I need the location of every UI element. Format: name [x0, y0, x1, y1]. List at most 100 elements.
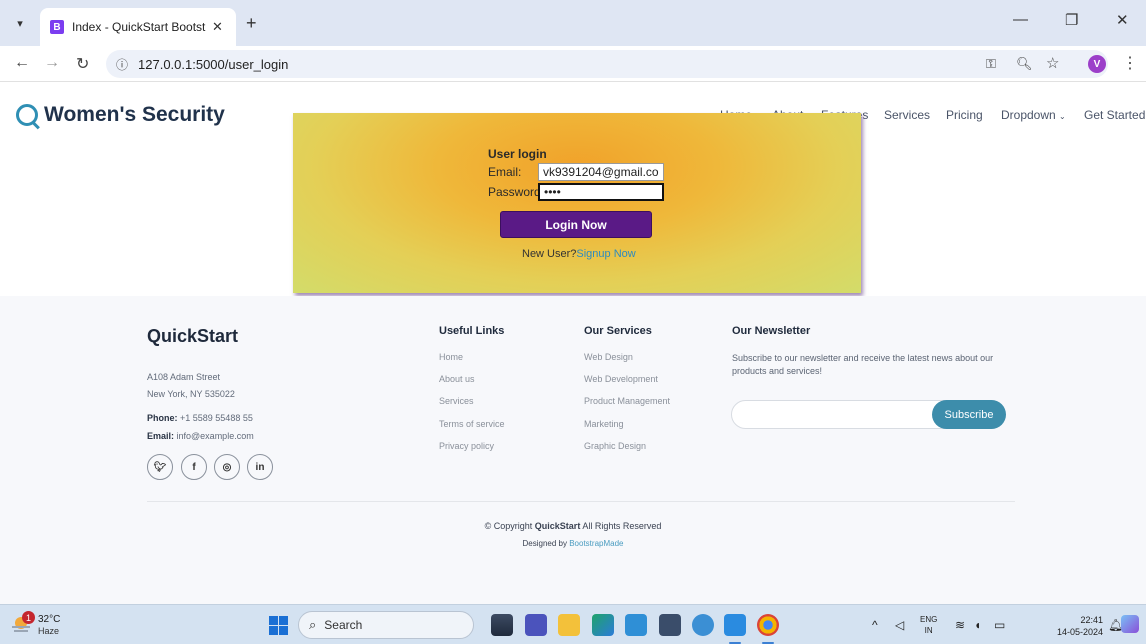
footer-divider: [147, 501, 1015, 502]
footer-link-terms[interactable]: Terms of service: [439, 419, 505, 429]
useful-links-title: Useful Links: [439, 325, 505, 337]
logo-text: Women's Security: [44, 103, 225, 126]
tab-search-icon[interactable]: ▾: [10, 13, 30, 33]
nav-dropdown[interactable]: Dropdown ⌄: [1001, 108, 1066, 122]
tab-close-icon[interactable]: ✕: [212, 19, 223, 35]
new-user-label: New User?: [522, 248, 577, 260]
footer-link-home[interactable]: Home: [439, 352, 463, 362]
nav-dropdown-label: Dropdown: [1001, 108, 1056, 122]
instagram-icon[interactable]: ◎: [214, 454, 240, 480]
reload-icon[interactable]: ↻: [76, 54, 89, 74]
bookmark-star-icon[interactable]: ☆: [1046, 54, 1059, 72]
chrome-icon[interactable]: [757, 614, 779, 636]
address-line-1: A108 Adam Street: [147, 372, 221, 382]
address-line-2: New York, NY 535022: [147, 389, 235, 399]
weather-badge: 1: [22, 611, 35, 624]
copyright: © Copyright QuickStart All Rights Reserv…: [0, 521, 1146, 531]
copyright-prefix: © Copyright: [484, 521, 533, 531]
close-window-icon[interactable]: ✕: [1116, 11, 1129, 29]
newsletter-text: Subscribe to our newsletter and receive …: [732, 353, 994, 376]
footer-email: Email: info@example.com: [147, 431, 254, 441]
service-web-development[interactable]: Web Development: [584, 374, 658, 384]
weather-desc: Haze: [38, 626, 60, 636]
footer: QuickStart A108 Adam Street New York, NY…: [0, 296, 1146, 604]
service-graphic-design[interactable]: Graphic Design: [584, 441, 646, 451]
minimize-icon[interactable]: —: [1013, 11, 1028, 28]
url-text: 127.0.0.1:5000/user_login: [138, 56, 289, 72]
site-logo[interactable]: Women's Security: [16, 103, 225, 127]
nav-services[interactable]: Services: [884, 108, 930, 122]
file-explorer-icon[interactable]: [558, 614, 580, 636]
new-tab-icon[interactable]: +: [246, 13, 257, 34]
battery-icon[interactable]: ▭: [994, 618, 1005, 632]
nav-pricing[interactable]: Pricing: [946, 108, 983, 122]
service-web-design[interactable]: Web Design: [584, 352, 633, 362]
weather-temp: 32°C: [38, 614, 61, 625]
browser-tab[interactable]: B Index - QuickStart Bootstrap Te ✕: [40, 8, 236, 46]
wifi-icon[interactable]: ≋: [955, 618, 965, 632]
browser-tab-bar: ▾ B Index - QuickStart Bootstrap Te ✕ + …: [0, 0, 1146, 46]
taskbar-search[interactable]: ⌕ Search: [298, 611, 474, 639]
clock[interactable]: 22:41 14-05-2024: [1053, 614, 1103, 638]
edge-icon[interactable]: [592, 614, 614, 636]
password-key-icon[interactable]: ⚿: [986, 56, 996, 72]
browser-menu-icon[interactable]: ⋮: [1122, 53, 1138, 73]
web-page: Women's Security Home About Features Ser…: [0, 82, 1146, 604]
mail-app-icon[interactable]: [625, 614, 647, 636]
restore-icon[interactable]: ❐: [1065, 11, 1078, 29]
login-button[interactable]: Login Now: [500, 211, 652, 238]
new-user-text: New User?Signup Now: [522, 248, 636, 260]
clock-date: 14-05-2024: [1056, 627, 1103, 637]
footer-brand: QuickStart: [147, 326, 239, 346]
site-info-icon[interactable]: ⓘ: [116, 56, 128, 73]
vscode-icon[interactable]: [724, 614, 746, 636]
tray-overflow-icon[interactable]: ^: [872, 618, 878, 632]
newsletter-title: Our Newsletter: [732, 325, 811, 337]
password-field[interactable]: [538, 183, 664, 201]
chevron-down-icon: ⌄: [1059, 112, 1066, 121]
linkedin-icon[interactable]: in: [247, 454, 273, 480]
profile-avatar[interactable]: V: [1088, 55, 1106, 73]
subscribe-button[interactable]: Subscribe: [932, 400, 1006, 429]
forward-icon[interactable]: →: [44, 54, 60, 72]
twitter-icon[interactable]: 🐦︎: [147, 454, 173, 480]
store-icon[interactable]: [659, 614, 681, 636]
back-icon[interactable]: ←: [14, 54, 30, 72]
facebook-icon[interactable]: f: [181, 454, 207, 480]
nav-get-started[interactable]: Get Started: [1084, 108, 1145, 122]
footer-phone: Phone: +1 5589 55488 55: [147, 413, 253, 423]
our-services-title: Our Services: [584, 325, 652, 337]
volume-icon[interactable]: ◖: [974, 618, 981, 632]
location-icon[interactable]: ◁: [895, 618, 904, 632]
lang-line-2: IN: [924, 626, 933, 635]
footer-link-services[interactable]: Services: [439, 396, 474, 406]
task-view-icon[interactable]: [491, 614, 513, 636]
copyright-suffix: All Rights Reserved: [582, 521, 662, 531]
language-indicator[interactable]: ENG IN: [920, 614, 937, 636]
service-marketing[interactable]: Marketing: [584, 419, 624, 429]
phone-label: Phone:: [147, 413, 178, 423]
designed-by: Designed by BootstrapMade: [0, 539, 1146, 548]
footer-link-about[interactable]: About us: [439, 374, 475, 384]
footer-link-privacy[interactable]: Privacy policy: [439, 441, 494, 451]
teams-icon[interactable]: [525, 614, 547, 636]
password-label: Password:: [488, 185, 545, 199]
url-field[interactable]: ⓘ 127.0.0.1:5000/user_login: [106, 50, 1108, 78]
designed-prefix: Designed by: [522, 539, 567, 548]
login-card: User login Email: Password: Login Now Ne…: [293, 113, 861, 293]
search-icon: ⌕: [309, 617, 317, 632]
email-label-footer: Email:: [147, 431, 175, 441]
login-title: User login: [488, 147, 547, 161]
email-value: info@example.com: [176, 431, 254, 441]
copilot-icon[interactable]: [1121, 615, 1139, 633]
windows-start-icon[interactable]: [269, 616, 288, 635]
signup-link[interactable]: Signup Now: [576, 248, 635, 260]
phone-value: +1 5589 55488 55: [180, 413, 253, 423]
python-app-icon[interactable]: [692, 614, 714, 636]
clock-time: 22:41: [1080, 615, 1103, 625]
email-field[interactable]: [538, 163, 664, 181]
copyright-brand: QuickStart: [534, 521, 581, 531]
designed-by-link[interactable]: BootstrapMade: [569, 539, 623, 548]
service-product-management[interactable]: Product Management: [584, 396, 670, 406]
zoom-icon[interactable]: 🔍︎: [1016, 56, 1033, 72]
